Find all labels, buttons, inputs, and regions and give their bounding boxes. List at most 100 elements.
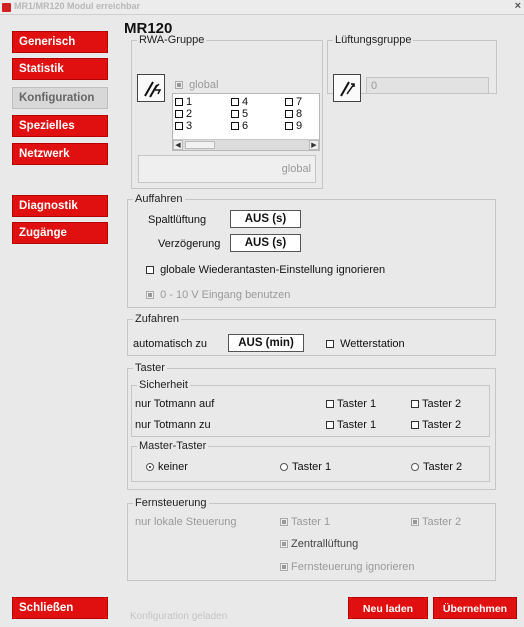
window-close-icon[interactable]: × bbox=[515, 0, 521, 12]
master-taster2-radio[interactable] bbox=[411, 463, 419, 472]
fern-taster1-row: Taster 1 bbox=[280, 516, 330, 528]
wiederantasten-checkbox[interactable] bbox=[146, 266, 154, 275]
lokale-steuerung-label: nur lokale Steuerung bbox=[135, 516, 237, 528]
fern-taster1-label: Taster 1 bbox=[291, 516, 331, 528]
fern-taster2-label: Taster 2 bbox=[422, 516, 462, 528]
spaltlueftung-label: Spaltlüftung bbox=[148, 214, 207, 226]
fern-taster2-checkbox bbox=[411, 518, 419, 527]
totmann-auf-taster1-checkbox[interactable] bbox=[326, 400, 334, 409]
rwa-group-2[interactable]: 2 bbox=[175, 108, 192, 120]
zentrallueftung-checkbox bbox=[280, 540, 288, 549]
rwa-group-9-checkbox[interactable] bbox=[285, 122, 293, 131]
totmann-zu-taster2-label: Taster 2 bbox=[422, 419, 462, 431]
nav-generisch-button[interactable]: Generisch bbox=[12, 31, 108, 53]
scroll-right-icon[interactable]: ▶ bbox=[309, 140, 319, 150]
lueftung-group-legend: Lüftungsgruppe bbox=[335, 34, 412, 46]
nav-spezielles-button[interactable]: Spezielles bbox=[12, 115, 108, 137]
nav-statistik-button[interactable]: Statistik bbox=[12, 58, 108, 80]
rwa-global-checkbox[interactable] bbox=[175, 81, 183, 90]
lueftung-icon-button[interactable] bbox=[333, 74, 361, 102]
rwa-global-checkbox-row[interactable]: global bbox=[175, 79, 218, 91]
master-taster-legend: Master-Taster bbox=[139, 440, 207, 452]
auto-zu-input[interactable]: AUS (min) bbox=[228, 334, 304, 352]
rwa-group-4-label: 4 bbox=[242, 96, 249, 108]
lueftung-value: 0 bbox=[371, 80, 378, 92]
totmann-zu-taster1[interactable]: Taster 1 bbox=[326, 419, 376, 431]
rwa-group-5-checkbox[interactable] bbox=[231, 110, 239, 119]
rwa-group-5[interactable]: 5 bbox=[231, 108, 248, 120]
rwa-group-4[interactable]: 4 bbox=[231, 96, 248, 108]
totmann-zu-taster1-checkbox[interactable] bbox=[326, 421, 334, 430]
master-taster2-label: Taster 2 bbox=[423, 461, 463, 473]
window-title: MR1/MR120 Modul erreichbar bbox=[14, 1, 141, 11]
spaltlueftung-input[interactable]: AUS (s) bbox=[230, 210, 301, 228]
master-keiner-option[interactable]: keiner bbox=[146, 461, 188, 473]
zentrallueftung-row: Zentrallüftung bbox=[280, 538, 358, 550]
rwa-group-icon-button[interactable] bbox=[137, 74, 165, 102]
verzoegerung-label: Verzögerung bbox=[158, 238, 221, 250]
lueftung-window-icon bbox=[340, 81, 355, 97]
fern-ignore-label: Fernsteuerung ignorieren bbox=[291, 561, 415, 573]
eingang-label: 0 - 10 V Eingang benutzen bbox=[160, 289, 291, 301]
rwa-group-4-checkbox[interactable] bbox=[231, 98, 239, 107]
status-text: Konfiguration geladen bbox=[130, 611, 228, 622]
verzoegerung-input[interactable]: AUS (s) bbox=[230, 234, 301, 252]
rwa-group-6-checkbox[interactable] bbox=[231, 122, 239, 131]
rwa-group-3-label: 3 bbox=[186, 120, 193, 132]
rwa-group-3[interactable]: 3 bbox=[175, 120, 192, 132]
uebernehmen-button[interactable]: Übernehmen bbox=[433, 597, 517, 619]
totmann-zu-taster1-label: Taster 1 bbox=[337, 419, 377, 431]
rwa-group-7[interactable]: 7 bbox=[285, 96, 302, 108]
totmann-zu-taster2-checkbox[interactable] bbox=[411, 421, 419, 430]
master-keiner-radio[interactable] bbox=[146, 463, 154, 472]
rwa-group-2-label: 2 bbox=[186, 108, 193, 120]
nav-konfiguration-button[interactable]: Konfiguration bbox=[12, 87, 108, 109]
rwa-group-1[interactable]: 1 bbox=[175, 96, 192, 108]
auffahren-legend: Auffahren bbox=[135, 193, 183, 205]
wetterstation-label: Wetterstation bbox=[340, 338, 405, 350]
rwa-horizontal-scrollbar[interactable]: ◀ ▶ bbox=[173, 139, 319, 150]
window-titlebar: MR1/MR120 Modul erreichbar × bbox=[0, 0, 524, 15]
scroll-thumb[interactable] bbox=[185, 141, 215, 149]
wiederantasten-row[interactable]: globale Wiederantasten-Einstellung ignor… bbox=[146, 264, 385, 276]
rwa-group-8-label: 8 bbox=[296, 108, 303, 120]
neu-laden-button[interactable]: Neu laden bbox=[348, 597, 428, 619]
nav-diagnostik-button[interactable]: Diagnostik bbox=[12, 195, 108, 217]
rwa-group-8[interactable]: 8 bbox=[285, 108, 302, 120]
nav-netzwerk-button[interactable]: Netzwerk bbox=[12, 143, 108, 165]
eingang-checkbox bbox=[146, 291, 154, 300]
rwa-group-9[interactable]: 9 bbox=[285, 120, 302, 132]
scroll-left-icon[interactable]: ◀ bbox=[173, 140, 183, 150]
lueftung-value-field: 0 bbox=[366, 77, 489, 94]
schliessen-button[interactable]: Schließen bbox=[12, 597, 108, 619]
taster-legend: Taster bbox=[135, 362, 165, 374]
rwa-group-6[interactable]: 6 bbox=[231, 120, 248, 132]
master-keiner-label: keiner bbox=[158, 461, 188, 473]
totmann-zu-label: nur Totmann zu bbox=[135, 419, 211, 431]
rwa-group-8-checkbox[interactable] bbox=[285, 110, 293, 119]
fern-ignore-checkbox bbox=[280, 563, 288, 572]
rwa-group-2-checkbox[interactable] bbox=[175, 110, 183, 119]
totmann-auf-taster2-checkbox[interactable] bbox=[411, 400, 419, 409]
nav-zugaenge-button[interactable]: Zugänge bbox=[12, 222, 108, 244]
master-taster1-option[interactable]: Taster 1 bbox=[280, 461, 331, 473]
wetterstation-checkbox[interactable] bbox=[326, 340, 334, 349]
rwa-group-legend: RWA-Gruppe bbox=[139, 34, 205, 46]
wetterstation-row[interactable]: Wetterstation bbox=[326, 338, 405, 350]
rwa-group-3-checkbox[interactable] bbox=[175, 122, 183, 131]
totmann-auf-taster2[interactable]: Taster 2 bbox=[411, 398, 461, 410]
rwa-group-6-label: 6 bbox=[242, 120, 249, 132]
totmann-zu-taster2[interactable]: Taster 2 bbox=[411, 419, 461, 431]
fern-ignore-row: Fernsteuerung ignorieren bbox=[280, 561, 415, 573]
zentrallueftung-label: Zentrallüftung bbox=[291, 538, 359, 550]
rwa-group-7-checkbox[interactable] bbox=[285, 98, 293, 107]
zufahren-legend: Zufahren bbox=[135, 313, 180, 325]
rwa-group-1-label: 1 bbox=[186, 96, 193, 108]
auto-zu-label: automatisch zu bbox=[133, 338, 207, 350]
rwa-group-5-label: 5 bbox=[242, 108, 249, 120]
rwa-group-1-checkbox[interactable] bbox=[175, 98, 183, 107]
totmann-auf-label: nur Totmann auf bbox=[135, 398, 215, 410]
master-taster1-radio[interactable] bbox=[280, 463, 288, 472]
totmann-auf-taster1[interactable]: Taster 1 bbox=[326, 398, 376, 410]
master-taster2-option[interactable]: Taster 2 bbox=[411, 461, 462, 473]
